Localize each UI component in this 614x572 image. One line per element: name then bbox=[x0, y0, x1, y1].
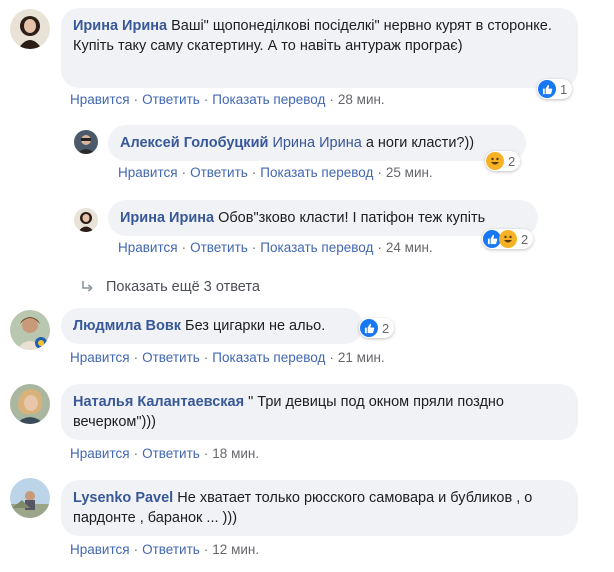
comment-actions: Нравится · Ответить · Показать перевод · 24 ми… bbox=[118, 240, 433, 255]
avatar-photo-icon bbox=[74, 208, 98, 232]
like-link[interactable]: Нравится bbox=[70, 542, 130, 557]
comment-time[interactable]: 24 мин. bbox=[386, 240, 433, 255]
reaction-count: 2 bbox=[508, 153, 516, 169]
comment-time[interactable]: 28 мин. bbox=[338, 92, 385, 107]
avatar[interactable] bbox=[74, 208, 98, 232]
translate-link[interactable]: Показать перевод bbox=[212, 350, 325, 365]
like-link[interactable]: Нравится bbox=[118, 165, 178, 180]
avatar-photo-icon bbox=[10, 384, 50, 424]
haha-icon bbox=[486, 152, 504, 170]
avatar-photo-icon bbox=[74, 130, 98, 154]
reaction-summary[interactable]: 1 bbox=[537, 79, 573, 99]
like-icon bbox=[538, 80, 556, 98]
comment-author[interactable]: Ирина Ирина bbox=[73, 18, 167, 34]
comment-bubble: Ирина Ирина Ваші" щопонеділкові посіделк… bbox=[61, 8, 578, 88]
like-link[interactable]: Нравится bbox=[70, 446, 130, 461]
reply-link[interactable]: Ответить bbox=[142, 92, 200, 107]
comment-author[interactable]: Наталья Калантаевская bbox=[73, 394, 244, 410]
translate-link[interactable]: Показать перевод bbox=[260, 165, 373, 180]
reaction-summary[interactable]: 2 bbox=[485, 151, 521, 171]
avatar[interactable] bbox=[10, 9, 50, 49]
show-more-replies-link[interactable]: Показать ещё 3 ответа bbox=[80, 279, 260, 295]
comment-actions: Нравится · Ответить · Показать перевод · 21 ми… bbox=[70, 350, 385, 365]
comment-author[interactable]: Ирина Ирина bbox=[120, 210, 214, 226]
reaction-count: 2 bbox=[382, 320, 390, 336]
comment-author[interactable]: Lysenko Pavel bbox=[73, 490, 173, 506]
reply-link[interactable]: Ответить bbox=[190, 240, 248, 255]
comment-bubble: Алексей Голобуцкий Ирина Ирина а ноги кл… bbox=[108, 125, 526, 161]
comment-time[interactable]: 21 мин. bbox=[338, 350, 385, 365]
like-link[interactable]: Нравится bbox=[70, 350, 130, 365]
translate-link[interactable]: Показать перевод bbox=[260, 240, 373, 255]
comment-time[interactable]: 18 мин. bbox=[212, 446, 259, 461]
comment-bubble: Людмила Вовк Без цигарки не альо. bbox=[61, 308, 363, 344]
reply-arrow-icon bbox=[82, 281, 93, 292]
comment-actions: Нравится · Ответить · Показать перевод · 25 ми… bbox=[118, 165, 433, 180]
comment-bubble: Lysenko Pavel Не хватает только рюсского… bbox=[61, 480, 578, 536]
show-more-replies-label: Показать ещё 3 ответа bbox=[106, 279, 260, 295]
reaction-summary[interactable]: 2 bbox=[482, 229, 534, 249]
avatar[interactable] bbox=[10, 384, 50, 424]
avatar[interactable] bbox=[10, 478, 50, 518]
reply-link[interactable]: Ответить bbox=[142, 542, 200, 557]
reply-link[interactable]: Ответить bbox=[142, 350, 200, 365]
reaction-count: 1 bbox=[560, 81, 568, 97]
avatar-photo-icon bbox=[10, 310, 50, 350]
reply-link[interactable]: Ответить bbox=[190, 165, 248, 180]
like-link[interactable]: Нравится bbox=[70, 92, 130, 107]
comment-bubble: Наталья Калантаевская " Три девицы под о… bbox=[61, 384, 578, 440]
mention-link[interactable]: Ирина Ирина bbox=[272, 135, 361, 151]
comment-actions: Нравится · Ответить · 18 мин. bbox=[70, 446, 260, 461]
comment-actions: Нравится · Ответить · 12 мин. bbox=[70, 542, 260, 557]
avatar-photo-icon bbox=[10, 478, 50, 518]
avatar-photo-icon bbox=[10, 9, 50, 49]
avatar[interactable] bbox=[74, 130, 98, 154]
comment-author[interactable]: Алексей Голобуцкий bbox=[120, 135, 268, 151]
reaction-count: 2 bbox=[521, 231, 529, 247]
comment-time[interactable]: 12 мин. bbox=[212, 542, 259, 557]
comment-text: Обов"зково класти! І патіфон теж купіть bbox=[218, 210, 486, 226]
like-icon bbox=[360, 319, 378, 337]
comment-actions: Нравится · Ответить · Показать перевод · 28 ми… bbox=[70, 92, 385, 107]
comment-bubble: Ирина Ирина Обов"зково класти! І патіфон… bbox=[108, 200, 538, 236]
comment-author[interactable]: Людмила Вовк bbox=[73, 318, 181, 334]
haha-icon bbox=[499, 230, 517, 248]
avatar[interactable] bbox=[10, 310, 50, 350]
like-link[interactable]: Нравится bbox=[118, 240, 178, 255]
reaction-summary[interactable]: 2 bbox=[359, 318, 395, 338]
comment-text: а ноги класти?)) bbox=[365, 135, 475, 151]
comment-time[interactable]: 25 мин. bbox=[386, 165, 433, 180]
translate-link[interactable]: Показать перевод bbox=[212, 92, 325, 107]
comment-text: Без цигарки не альо. bbox=[185, 318, 326, 334]
reply-link[interactable]: Ответить bbox=[142, 446, 200, 461]
